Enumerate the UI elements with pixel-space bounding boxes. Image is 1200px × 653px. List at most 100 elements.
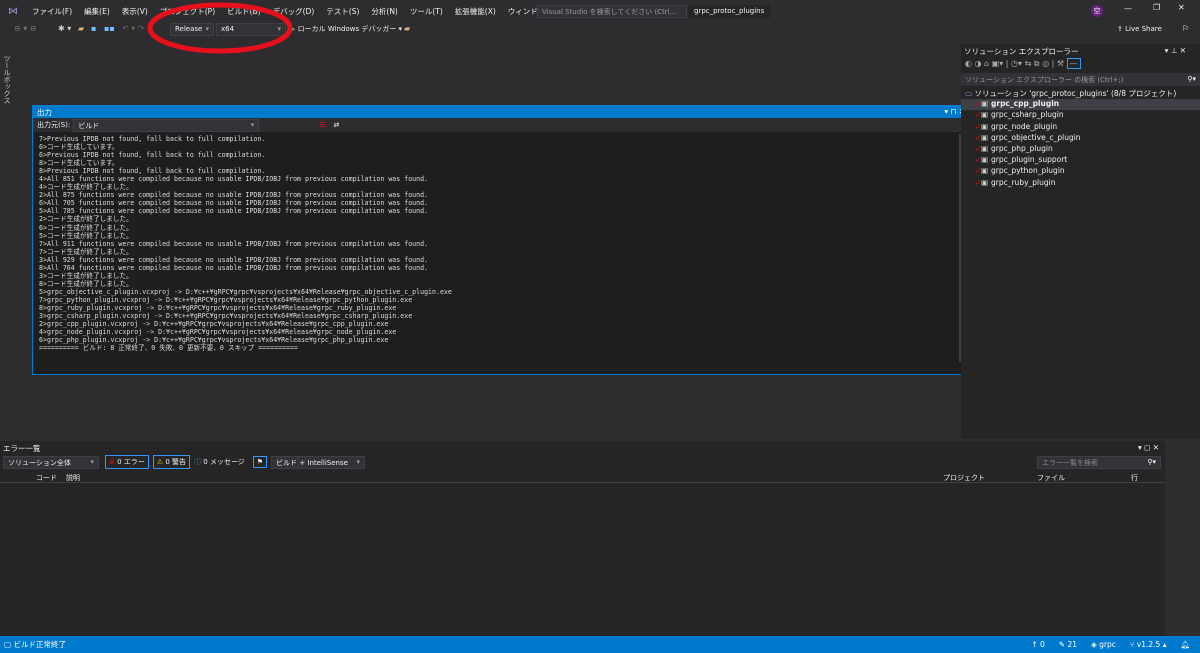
- project-icon: ▣: [981, 110, 989, 120]
- project-node[interactable]: ✓ ▣ grpc_plugin_support: [961, 155, 1200, 166]
- solution-explorer-toolbar[interactable]: ◐ ◑ ⌂ ▣▾ | ◷▾ ⇆ ⧉ ◎ | ⚒ —: [961, 57, 1200, 73]
- errors-filter-button[interactable]: ⊗ 0 エラー: [105, 455, 149, 469]
- build-filter-select[interactable]: ビルド + IntelliSense ▾: [271, 455, 366, 469]
- word-wrap-icon[interactable]: ⇄: [334, 121, 340, 129]
- filter-icon[interactable]: ⚑: [252, 456, 268, 468]
- undo-icon[interactable]: ↶ ▾ ↷: [122, 24, 145, 33]
- output-line: 6>grpc_php_plugin.vcxproj -> D:¥c++¥gRPC…: [39, 336, 389, 345]
- project-node[interactable]: ✓ ▣ grpc_cpp_plugin: [961, 99, 1200, 111]
- output-line: 7>Previous IPDB not found, fall back to …: [39, 135, 266, 143]
- save-all-icon[interactable]: ▪▪: [104, 24, 115, 33]
- menu-item[interactable]: ファイル(F): [26, 6, 78, 17]
- column-code[interactable]: コード: [36, 473, 57, 483]
- solution-explorer: ソリューション エクスプローラー ▾ ⊥ ✕ ◐ ◑ ⌂ ▣▾ | ◷▾ ⇆ ⧉ …: [961, 44, 1200, 439]
- output-line: 4>All 851 functions were compiled becaus…: [39, 175, 429, 184]
- notification-icon[interactable]: 🔔︎: [1180, 640, 1190, 649]
- project-node[interactable]: ✓ ▣ grpc_csharp_plugin: [961, 110, 1200, 121]
- status-bar: ▢ ビルド正常終了 ↑ 0 ✎ 21 ◈ grpc ⑂ v1.2.5 ▴ 🔔︎: [0, 636, 1200, 653]
- window-controls[interactable]: ▾ ⊥ ✕: [1165, 46, 1186, 55]
- clear-all-icon[interactable]: ☰: [319, 121, 325, 129]
- project-name: grpc_node_plugin: [991, 121, 1058, 131]
- error-search-input[interactable]: エラー一覧を検索 ⚲▾: [1037, 456, 1161, 469]
- warnings-filter-button[interactable]: ⚠ 0 警告: [152, 455, 190, 469]
- column-project[interactable]: プロジェクト: [943, 473, 985, 483]
- messages-filter-button[interactable]: ⓘ 0 メッセージ: [194, 457, 245, 467]
- project-icon: ▣: [981, 155, 989, 165]
- solution-explorer-title: ソリューション エクスプローラー ▾ ⊥ ✕: [964, 46, 1186, 56]
- menu-item[interactable]: ツール(T): [404, 6, 449, 17]
- search-input[interactable]: Visual Studio を検索してください (Ctrl...: [537, 5, 687, 18]
- project-name: grpc_objective_c_plugin: [991, 132, 1081, 142]
- back-icon[interactable]: ⊖ ▾ ⊖: [14, 24, 37, 33]
- output-line: 6>All 705 functions were compiled becaus…: [39, 199, 429, 208]
- project-node[interactable]: ✓ ▣ grpc_php_plugin: [961, 144, 1200, 155]
- project-node[interactable]: ✓ ▣ grpc_node_plugin: [961, 122, 1200, 133]
- output-line: 3>All 929 functions were compiled becaus…: [39, 255, 429, 264]
- output-line: ========== ビルド: 8 正常終了、0 失敗、0 更新不要、0 スキッ…: [39, 344, 298, 353]
- start-debug-button[interactable]: ▶ ローカル Windows デバッガー ▾: [290, 24, 402, 34]
- project-node[interactable]: ✓ ▣ grpc_objective_c_plugin: [961, 133, 1200, 144]
- pending-changes[interactable]: ✎ 21: [1059, 640, 1077, 649]
- output-line: 5>All 785 functions were compiled becaus…: [39, 207, 429, 216]
- menu-item[interactable]: テスト(S): [320, 6, 365, 17]
- project-icon: ▣: [981, 177, 989, 187]
- red-circle-annotation: [147, 2, 293, 54]
- maximize-button[interactable]: ❐: [1153, 3, 1160, 12]
- window-controls[interactable]: ▾ ◻ ✕: [1138, 443, 1159, 452]
- avatar[interactable]: 空: [1091, 5, 1103, 17]
- solution-icon: ▭: [965, 89, 973, 98]
- close-button[interactable]: ✕: [1178, 3, 1185, 12]
- repository[interactable]: ◈ grpc: [1091, 640, 1116, 649]
- project-name: grpc_csharp_plugin: [991, 110, 1064, 120]
- project-node[interactable]: ✓ ▣ grpc_ruby_plugin: [961, 178, 1200, 189]
- project-name: grpc_python_plugin: [991, 166, 1065, 176]
- live-share-button[interactable]: ⇪ Live Share: [1117, 25, 1162, 33]
- output-text[interactable]: 7>Previous IPDB not found, fall back to …: [33, 132, 969, 360]
- output-line: 8>grpc_ruby_plugin.vcxproj -> D:¥c++¥gRP…: [39, 303, 397, 312]
- output-window: 出力 ▾ ⊓ ✕ 出力元(S): ビルド ▾ ☰ ⇄ 7>Previous IPD…: [32, 105, 970, 375]
- menu-item[interactable]: 拡張機能(X): [449, 6, 502, 17]
- column-line[interactable]: 行: [1131, 473, 1138, 483]
- warning-icon: ⚠: [156, 458, 164, 466]
- output-line: 2>grpc_cpp_plugin.vcxproj -> D:¥c++¥gRPC…: [39, 320, 389, 329]
- info-icon: ⓘ: [194, 458, 201, 466]
- project-name: grpc_plugin_support: [991, 155, 1068, 165]
- save-icon[interactable]: ▪: [91, 24, 96, 33]
- menu-item[interactable]: 編集(E): [78, 6, 116, 17]
- toolbox-tab[interactable]: ツールボックス: [2, 55, 12, 104]
- branch[interactable]: ⑂ v1.2.5 ▴: [1130, 640, 1167, 649]
- project-node[interactable]: ✓ ▣ grpc_python_plugin: [961, 166, 1200, 177]
- unpushed-commits[interactable]: ↑ 0: [1031, 640, 1044, 649]
- scope-select[interactable]: ソリューション全体 ▾: [3, 455, 99, 469]
- column-file[interactable]: ファイル: [1037, 473, 1065, 483]
- output-line: 3>コード生成が終了しました。: [39, 271, 133, 280]
- output-line: 6>Previous IPDB not found, fall back to …: [39, 151, 266, 160]
- new-project-icon[interactable]: ✱ ▾: [58, 24, 71, 33]
- feedback-icon[interactable]: ⚐: [1182, 24, 1189, 33]
- output-line: 5>grpc_objective_c_plugin.vcxproj -> D:¥…: [39, 287, 452, 296]
- solution-search-input[interactable]: ソリューション エクスプローラー の検索 (Ctrl+;) ⚲▾: [961, 73, 1200, 86]
- output-line: 8>All 764 functions were compiled becaus…: [39, 263, 429, 272]
- solution-node[interactable]: ▭ ソリューション 'grpc_protoc_plugins' (8/8 プロジ…: [961, 88, 1200, 99]
- project-name: grpc_cpp_plugin: [991, 99, 1060, 109]
- project-icon: ▣: [981, 121, 989, 131]
- output-line: 8>コード生成が終了しました。: [39, 279, 133, 288]
- error-icon: ⊗: [109, 458, 115, 466]
- output-line: 7>コード生成が終了しました。: [39, 247, 133, 256]
- status-text: ▢ ビルド正常終了: [4, 640, 66, 649]
- find-icon[interactable]: ▰: [404, 24, 410, 33]
- source-select[interactable]: ビルド ▾: [73, 118, 260, 132]
- output-line: 5>コード生成が終了しました。: [39, 231, 133, 240]
- column-description[interactable]: 説明: [66, 473, 80, 483]
- output-line: 8>コード生成しています。: [39, 159, 119, 168]
- minimize-button[interactable]: —: [1124, 4, 1132, 13]
- output-line: 4>コード生成が終了しました。: [39, 183, 133, 192]
- menu-item[interactable]: 分析(N): [365, 6, 403, 17]
- output-line: 2>All 875 functions were compiled becaus…: [39, 191, 429, 200]
- source-label: 出力元(S):: [37, 121, 71, 129]
- project-name: grpc_php_plugin: [991, 143, 1053, 153]
- output-line: 7>All 911 functions were compiled becaus…: [39, 239, 429, 248]
- project-icon: ▣: [981, 166, 989, 176]
- open-icon[interactable]: ▰: [78, 24, 84, 33]
- error-list: エラー一覧 ▾ ◻ ✕ ソリューション全体 ▾ ⊗ 0 エラー ⚠ 0 警告 ⓘ 0…: [0, 441, 1165, 636]
